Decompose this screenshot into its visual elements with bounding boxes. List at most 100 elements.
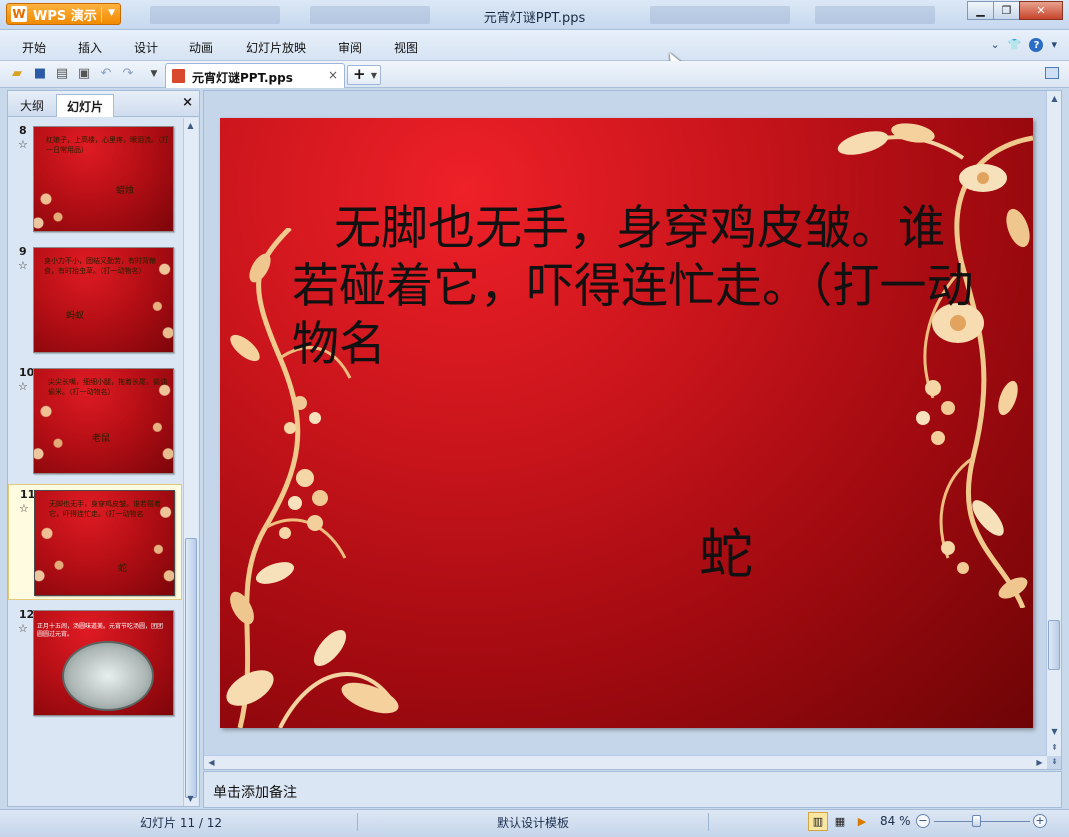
menu-item-review[interactable]: 审阅 bbox=[338, 39, 362, 56]
scroll-down-icon[interactable]: ▼ bbox=[184, 792, 197, 805]
menu-right-tools: ⌄ 👕 ? ▾ bbox=[991, 38, 1057, 52]
slideshow-view-button[interactable]: ▶ bbox=[852, 812, 872, 831]
thumbnail-answer-text: 老鼠 bbox=[92, 434, 111, 444]
document-tab-label: 元宵灯谜PPT.pps bbox=[192, 71, 293, 85]
thumbnail-riddle-text: 无脚也无手，身穿鸡皮皱。谁若碰着它，吓得连忙走。（打一动物名 bbox=[49, 500, 161, 518]
presentation-file-icon bbox=[172, 69, 185, 83]
slide-number: 8 bbox=[19, 124, 27, 137]
slide-answer-text[interactable]: 蛇 bbox=[699, 510, 753, 589]
redo-icon[interactable]: ↷ bbox=[120, 66, 136, 82]
editor-horizontal-scrollbar[interactable]: ◀ ▶ bbox=[204, 755, 1047, 769]
chevron-down-icon[interactable]: ▼ bbox=[371, 67, 377, 84]
next-slide-icon[interactable]: ⇟ bbox=[1048, 755, 1061, 768]
status-divider bbox=[708, 813, 709, 831]
animation-star-icon: ☆ bbox=[18, 138, 28, 151]
slide-thumbnail-row[interactable]: 9 ☆ 身小力不小，团结又勤劳，有时背粮食，有时抬虫草。（打一动物名） 蚂蚁 bbox=[8, 242, 182, 358]
chevron-down-icon[interactable]: ⌄ bbox=[991, 38, 1000, 52]
floral-decoration bbox=[34, 175, 70, 231]
slide-indicator: 幻灯片 11 / 12 bbox=[140, 816, 223, 830]
slide-thumbnail[interactable]: 红娘子，上高楼，心里疼，眼泪流。（打一日常用品） 蜡烛 bbox=[33, 126, 174, 232]
new-tab-button[interactable]: + ▼ bbox=[347, 65, 381, 85]
slide-thumbnail[interactable]: 无脚也无手，身穿鸡皮皱。谁若碰着它，吓得连忙走。（打一动物名 蛇 bbox=[34, 490, 175, 596]
zoom-level: 84 % bbox=[880, 814, 911, 828]
tab-slides[interactable]: 幻灯片 bbox=[56, 94, 115, 117]
slide-number: 9 bbox=[19, 245, 27, 258]
slide-sorter-view-button[interactable]: ▦ bbox=[830, 812, 850, 831]
slide-thumbnail[interactable]: 正月十五闹，汤圆味道美。元宵节吃汤圆，团团圆圆过元宵。 bbox=[33, 610, 174, 716]
save-icon[interactable]: ■ bbox=[32, 66, 48, 82]
scrollbar-thumb[interactable] bbox=[1048, 620, 1060, 670]
slide-thumbnail-row[interactable]: 8 ☆ 红娘子，上高楼，心里疼，眼泪流。（打一日常用品） 蜡烛 bbox=[8, 121, 182, 237]
slides-panel: 大纲 幻灯片 × 8 ☆ 红娘子，上高楼，心里疼，眼泪流。（打一日常用品） 蜡烛… bbox=[7, 90, 200, 807]
thumbnail-answer-text: 蜡烛 bbox=[116, 186, 135, 196]
slide-riddle-text[interactable]: 无脚也无手，身穿鸡皮皱。谁若碰着它，吓得连忙走。（打一动物名 bbox=[292, 200, 982, 374]
status-bar: 幻灯片 11 / 12 默认设计模板 ▥ ▦ ▶ 84 % − + bbox=[0, 809, 1069, 837]
chevron-down-icon[interactable]: ▾ bbox=[1051, 38, 1057, 52]
slide-thumbnail-list: 8 ☆ 红娘子，上高楼，心里疼，眼泪流。（打一日常用品） 蜡烛 9 ☆ 身小力不… bbox=[8, 118, 182, 806]
thumbnail-riddle-text: 身小力不小，团结又勤劳，有时背粮食，有时抬虫草。（打一动物名） bbox=[44, 257, 156, 275]
animation-star-icon: ☆ bbox=[18, 259, 28, 272]
status-divider bbox=[357, 813, 358, 831]
slide-thumbnail[interactable]: 身小力不小，团结又勤劳，有时背粮食，有时抬虫草。（打一动物名） 蚂蚁 bbox=[33, 247, 174, 353]
slides-panel-scrollbar[interactable]: ▲ ▼ bbox=[183, 118, 198, 806]
slide-thumbnail-row[interactable]: 12 ☆ 正月十五闹，汤圆味道美。元宵节吃汤圆，团团圆圆过元宵。 bbox=[8, 605, 182, 721]
title-bar: W WPS 演示 ▼ 元宵灯谜PPT.pps ▁ ❐ ✕ bbox=[0, 0, 1069, 30]
slide-thumbnail-row-selected[interactable]: 11 ☆ 无脚也无手，身穿鸡皮皱。谁若碰着它，吓得连忙走。（打一动物名 蛇 bbox=[8, 484, 182, 600]
menu-item-slideshow[interactable]: 幻灯片放映 bbox=[246, 39, 306, 56]
zoom-out-button[interactable]: − bbox=[916, 814, 930, 828]
scrollbar-thumb[interactable] bbox=[185, 538, 197, 798]
menu-item-start[interactable]: 开始 bbox=[22, 39, 46, 56]
thumbnail-riddle-text: 正月十五闹，汤圆味道美。元宵节吃汤圆，团团圆圆过元宵。 bbox=[37, 623, 164, 638]
notes-pane[interactable]: 单击添加备注 bbox=[203, 771, 1062, 808]
undo-icon[interactable]: ↶ bbox=[98, 66, 114, 82]
restore-button[interactable]: ❐ bbox=[993, 1, 1020, 20]
close-window-button[interactable]: ✕ bbox=[1019, 1, 1063, 20]
document-tab[interactable]: 元宵灯谜PPT.pps × bbox=[165, 63, 345, 88]
window-controls: ▁ ❐ ✕ bbox=[967, 1, 1063, 20]
thumbnail-answer-text: 蛇 bbox=[118, 564, 128, 574]
minimize-button[interactable]: ▁ bbox=[967, 1, 994, 20]
menu-item-view[interactable]: 视图 bbox=[394, 39, 418, 56]
background-window-tab bbox=[310, 6, 430, 24]
animation-star-icon: ☆ bbox=[18, 622, 28, 635]
wps-logo-icon: W bbox=[11, 6, 27, 22]
wps-app-menu-button[interactable]: W WPS 演示 ▼ bbox=[6, 3, 121, 25]
editor-vertical-scrollbar[interactable]: ▲ ▼ ⇞ ⇟ bbox=[1046, 91, 1061, 766]
design-template-name[interactable]: 默认设计模板 bbox=[497, 814, 569, 831]
background-window-tab bbox=[150, 6, 280, 24]
scroll-right-icon[interactable]: ▶ bbox=[1033, 756, 1046, 769]
chevron-down-icon: ▼ bbox=[108, 8, 115, 18]
quick-access-toolbar: ▰ ■ ▤ ▣ ↶ ↷ ▼ 元宵灯谜PPT.pps × + ▼ bbox=[0, 61, 1069, 88]
notes-placeholder[interactable]: 单击添加备注 bbox=[213, 782, 297, 802]
print-icon[interactable]: ▤ bbox=[54, 66, 70, 82]
close-icon[interactable]: × bbox=[182, 95, 193, 110]
zoom-in-button[interactable]: + bbox=[1033, 814, 1047, 828]
zoom-slider-handle[interactable] bbox=[972, 815, 982, 827]
print-preview-icon[interactable]: ▣ bbox=[76, 66, 92, 82]
open-folder-icon[interactable]: ▰ bbox=[9, 66, 25, 82]
tab-outline[interactable]: 大纲 bbox=[10, 94, 54, 117]
rice-ball-bowl-image bbox=[62, 641, 154, 711]
scroll-up-icon[interactable]: ▲ bbox=[1048, 92, 1061, 105]
skin-shirt-icon[interactable]: 👕 bbox=[1008, 38, 1022, 52]
scroll-up-icon[interactable]: ▲ bbox=[184, 119, 197, 132]
wps-app-label: WPS 演示 bbox=[33, 8, 97, 24]
menu-item-insert[interactable]: 插入 bbox=[78, 39, 102, 56]
thumbnail-riddle-text: 红娘子，上高楼，心里疼，眼泪流。（打一日常用品） bbox=[46, 136, 169, 154]
chevron-down-icon[interactable]: ▼ bbox=[146, 66, 162, 82]
previous-slide-icon[interactable]: ⇞ bbox=[1048, 741, 1061, 754]
menu-item-animation[interactable]: 动画 bbox=[189, 39, 213, 56]
slide-thumbnail[interactable]: 尖尖长嘴，细细小腿，拖着长尾，偷油偷米。（打一动物名） 老鼠 bbox=[33, 368, 174, 474]
slide-editor: 无脚也无手，身穿鸡皮皱。谁若碰着它，吓得连忙走。（打一动物名 蛇 ▲ ▼ ⇞ ⇟… bbox=[203, 90, 1062, 770]
current-slide[interactable]: 无脚也无手，身穿鸡皮皱。谁若碰着它，吓得连忙走。（打一动物名 蛇 bbox=[220, 118, 1033, 728]
scroll-down-icon[interactable]: ▼ bbox=[1048, 725, 1061, 738]
help-icon[interactable]: ? bbox=[1029, 38, 1044, 52]
window-layout-icon[interactable] bbox=[1045, 67, 1059, 79]
slide-thumbnail-row[interactable]: 10 ☆ 尖尖长嘴，细细小腿，拖着长尾，偷油偷米。（打一动物名） 老鼠 bbox=[8, 363, 182, 479]
normal-view-button[interactable]: ▥ bbox=[808, 812, 828, 831]
menu-item-design[interactable]: 设计 bbox=[134, 39, 158, 56]
animation-star-icon: ☆ bbox=[19, 502, 29, 515]
scroll-left-icon[interactable]: ◀ bbox=[205, 756, 218, 769]
zoom-slider-track[interactable] bbox=[934, 821, 1030, 822]
close-icon[interactable]: × bbox=[328, 68, 338, 82]
